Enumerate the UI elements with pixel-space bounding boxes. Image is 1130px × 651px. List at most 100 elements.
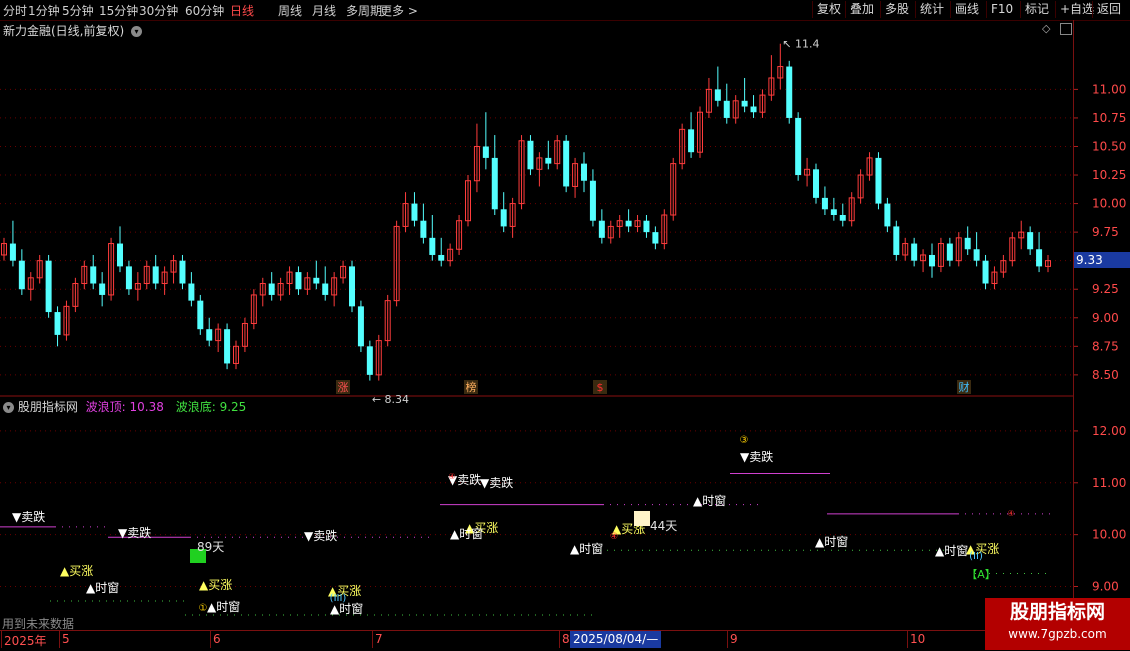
candle-body xyxy=(411,203,418,221)
signal-window: ▲时窗 xyxy=(815,535,848,549)
signal-sell: ▼卖跌 xyxy=(480,475,513,490)
candle-body xyxy=(929,254,935,267)
candle-body xyxy=(99,283,106,295)
candle-body xyxy=(598,220,605,238)
time-label-5: 9 xyxy=(730,632,738,646)
time-tick xyxy=(559,631,560,648)
indicator-name[interactable]: 股朋指标网 xyxy=(18,400,78,414)
y-tick-label-7: 9.25 xyxy=(1092,282,1119,296)
candle-body xyxy=(545,157,552,164)
signal-window: ▲时窗 xyxy=(935,544,968,558)
y-tick-label-8: 9.00 xyxy=(1092,311,1119,325)
time-tick xyxy=(727,631,728,648)
candle-body xyxy=(349,266,355,307)
high-price-label: ↖ 11.4 xyxy=(782,38,819,51)
candle-body xyxy=(295,272,302,290)
circle-marker-iii: (III) xyxy=(330,593,347,604)
candle-body xyxy=(224,329,231,364)
y-tick-label-4: 10.00 xyxy=(1092,197,1126,211)
wave-bottom-label: 波浪底: 9.25 xyxy=(175,400,247,414)
signal-window: ▲时窗 xyxy=(450,527,483,541)
circle-marker-3: ③ xyxy=(740,435,749,446)
time-axis: 2025年 5 6 7 8 9 10 2025/08/04/— xyxy=(0,630,1130,651)
signal-window: ▲时窗 xyxy=(207,600,240,614)
candle-body xyxy=(90,266,97,284)
ind-tick-label-1: 11.00 xyxy=(1092,476,1126,490)
event-badge-3: 财 xyxy=(959,380,970,394)
candle-body xyxy=(1027,232,1034,250)
candle-body xyxy=(54,312,61,335)
y-tick-label-5: 9.75 xyxy=(1092,225,1119,239)
cursor-date: 2025/08/04/— xyxy=(570,631,662,648)
candle-body xyxy=(45,260,52,313)
time-tick xyxy=(372,631,373,648)
watermark-title: 股朋指标网 xyxy=(1009,601,1105,623)
circle-marker-4c: ④ xyxy=(1007,509,1014,518)
low-price-label: ← 8.34 xyxy=(372,393,409,406)
candle-body xyxy=(152,266,159,284)
candle-body xyxy=(821,197,828,210)
candle-body xyxy=(527,140,534,170)
indicator-title-group: ▾ 股朋指标网 波浪顶: 10.38 波浪底: 9.25 xyxy=(3,398,246,415)
candle-body xyxy=(322,283,329,295)
candle-body xyxy=(964,237,971,250)
candle-body xyxy=(482,146,489,158)
candle-body xyxy=(268,283,275,295)
candle-body xyxy=(813,169,819,198)
time-label-6: 10 xyxy=(910,632,926,646)
indicator-settings-icon[interactable]: ▾ xyxy=(3,402,14,413)
wave-top-label: 波浪顶: 10.38 xyxy=(85,400,164,414)
time-label-1: 5 xyxy=(62,632,70,646)
y-tick-label-10: 8.50 xyxy=(1092,368,1119,382)
watermark-url: www.7gpzb.com xyxy=(1008,627,1107,641)
time-label-0: 2025年 xyxy=(4,634,47,648)
candle-body xyxy=(117,243,123,267)
candle-body xyxy=(911,243,918,261)
signal-window: ▲时窗 xyxy=(570,542,603,556)
candle-body xyxy=(795,117,802,176)
event-badge-0: 涨 xyxy=(338,381,349,394)
circle-marker-4b: ④ xyxy=(448,472,455,481)
event-badge-2: $ xyxy=(597,381,604,394)
y-tick-label-9: 8.75 xyxy=(1092,339,1119,353)
signal-window: ▲时窗 xyxy=(330,602,363,616)
day-89-label: 89天 xyxy=(197,540,224,554)
candle-body xyxy=(366,346,373,375)
current-price-tag: 9.33 xyxy=(1074,252,1130,268)
y-tick-label-2: 10.50 xyxy=(1092,139,1126,153)
ind-tick-label-0: 12.00 xyxy=(1092,424,1126,438)
time-tick xyxy=(907,631,908,648)
axis-separator xyxy=(1073,20,1074,630)
marker-a: 【A】 xyxy=(966,568,996,581)
candle-body xyxy=(982,260,989,284)
time-tick xyxy=(210,631,211,648)
candle-body xyxy=(741,100,748,107)
candle-body xyxy=(491,157,498,210)
circle-marker-1: ① xyxy=(199,603,208,614)
time-label-2: 6 xyxy=(213,632,221,646)
ind-tick-label-2: 10.00 xyxy=(1092,528,1126,542)
event-badge-1: 榜 xyxy=(466,380,477,394)
y-tick-label-3: 10.25 xyxy=(1092,168,1126,182)
candle-body xyxy=(581,163,587,181)
signal-sell: ▼卖跌 xyxy=(304,528,337,543)
signal-window: ▲时窗 xyxy=(86,581,119,595)
candle-body xyxy=(125,266,132,290)
candle-body xyxy=(786,66,793,118)
candle-body xyxy=(875,157,882,204)
candle-body xyxy=(625,220,632,227)
candle-body xyxy=(179,260,186,284)
time-tick xyxy=(59,631,60,648)
candle-body xyxy=(714,89,721,101)
candle-body xyxy=(652,232,659,244)
signal-buy: ▲买涨 xyxy=(60,563,93,578)
candle-body xyxy=(188,283,195,301)
circle-marker-4: ④ xyxy=(610,532,618,542)
candle-body xyxy=(429,237,436,255)
candle-body xyxy=(643,220,650,233)
candle-body xyxy=(500,209,507,227)
signal-buy: ▲买涨 xyxy=(199,577,232,592)
time-label-4: 8 xyxy=(562,632,570,646)
candle-body xyxy=(973,249,980,261)
ind-tick-label-3: 9.00 xyxy=(1092,580,1119,594)
